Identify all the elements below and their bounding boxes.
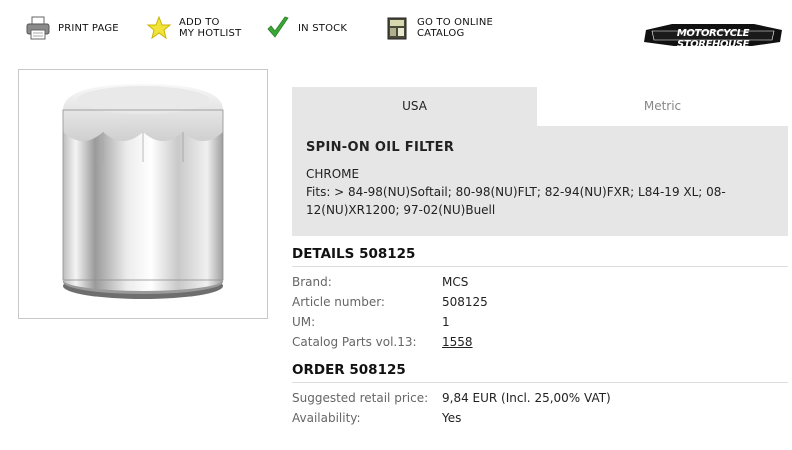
detail-value: 508125 [442,295,488,309]
details-divider [292,266,788,267]
detail-label: Brand: [292,275,332,289]
detail-row-catalog-parts: Catalog Parts vol.13: 1558 [292,335,788,355]
details-heading: DETAILS 508125 [292,246,416,262]
product-image [18,69,268,319]
catalog-page-link[interactable]: 1558 [442,335,473,349]
chrome-oil-filter-image [62,84,224,299]
detail-row-brand: Brand: MCS [292,275,788,295]
checkmark-icon [264,14,292,42]
star-icon [145,14,173,42]
fitment-line-2: 12(NU)XR1200; 97-02(NU)Buell [306,203,496,217]
add-to-hotlist-label: ADD TO MY HOTLIST [179,17,241,39]
product-title: SPIN-ON OIL FILTER [306,140,455,155]
detail-label: UM: [292,315,316,329]
motorcycle-storehouse-logo[interactable]: MOTORCYCLE STOREHOUSE [642,22,784,50]
logo-text: MOTORCYCLE STOREHOUSE [676,28,750,50]
detail-label: Article number: [292,295,385,309]
order-row-price: Suggested retail price: 9,84 EUR (Incl. … [292,391,788,411]
in-stock-indicator: IN STOCK [264,14,347,42]
catalog-icon [383,14,411,42]
in-stock-label: IN STOCK [298,22,348,34]
hotlist-line2: MY HOTLIST [179,28,242,39]
tab-usa[interactable]: USA [292,87,537,126]
detail-row-um: UM: 1 [292,315,788,335]
product-variant: CHROME [306,167,360,181]
order-value: Yes [442,411,462,425]
order-label: Suggested retail price: [292,391,429,405]
catalog-line2: CATALOG [417,28,465,39]
fitment-line-1: Fits: > 84-98(NU)Softail; 80-98(NU)FLT; … [306,185,726,199]
printer-icon [24,14,52,42]
print-page-label: PRINT PAGE [58,22,119,34]
detail-value: 1 [442,315,450,329]
catalog-line1: GO TO ONLINE [417,17,494,28]
print-page-button[interactable]: PRINT PAGE [24,14,119,42]
order-heading: ORDER 508125 [292,362,406,378]
order-value: 9,84 EUR (Incl. 25,00% VAT) [442,391,611,405]
online-catalog-label: GO TO ONLINE CATALOG [417,17,493,39]
hotlist-line1: ADD TO [179,17,220,28]
online-catalog-button[interactable]: GO TO ONLINE CATALOG [383,14,493,42]
product-description-panel: SPIN-ON OIL FILTER CHROME Fits: > 84-98(… [292,126,788,236]
unit-tabs: USA Metric [292,87,788,126]
order-divider [292,382,788,383]
detail-value: MCS [442,275,469,289]
detail-label: Catalog Parts vol.13: [292,335,417,349]
detail-row-article-number: Article number: 508125 [292,295,788,315]
tab-metric[interactable]: Metric [537,87,788,126]
order-row-availability: Availability: Yes [292,411,788,431]
toolbar: PRINT PAGE ADD TO MY HOTLIST IN STOCK GO… [0,0,792,60]
order-label: Availability: [292,411,361,425]
add-to-hotlist-button[interactable]: ADD TO MY HOTLIST [145,14,241,42]
